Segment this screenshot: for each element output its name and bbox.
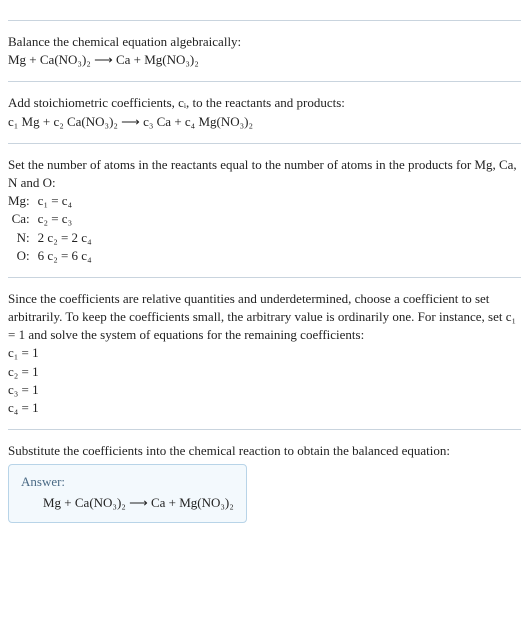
answer-equation: Mg + Ca(NO₃)₂ ⟶ Ca + Mg(NO₃)₂	[21, 492, 234, 512]
atom-row-label: Ca:	[8, 210, 30, 228]
atom-row-eq: 6 c₂ = 6 c₄	[38, 247, 521, 265]
problem-equation: Mg + Ca(NO₃)₂ ⟶ Ca + Mg(NO₃)₂	[8, 51, 521, 69]
problem-title: Balance the chemical equation algebraica…	[8, 33, 521, 51]
atom-row-label: Mg:	[8, 192, 30, 210]
answer-label: Answer:	[21, 473, 234, 491]
solve-title: Since the coefficients are relative quan…	[8, 290, 521, 345]
section-solve: Since the coefficients are relative quan…	[8, 277, 521, 417]
atom-row-eq: 2 c₂ = 2 c₄	[38, 229, 521, 247]
solve-line: c₂ = 1	[8, 363, 521, 381]
atom-balance-table: Mg: c₁ = c₄ Ca: c₂ = c₃ N: 2 c₂ = 2 c₄ O…	[8, 192, 521, 265]
atom-row-label: O:	[8, 247, 30, 265]
section-stoichiometric: Add stoichiometric coefficients, cᵢ, to …	[8, 81, 521, 130]
section-problem: Balance the chemical equation algebraica…	[8, 20, 521, 69]
atom-row-eq: c₂ = c₃	[38, 210, 521, 228]
section-atom-balance: Set the number of atoms in the reactants…	[8, 143, 521, 265]
section-substitute: Substitute the coefficients into the che…	[8, 429, 521, 523]
substitute-title: Substitute the coefficients into the che…	[8, 442, 521, 460]
stoichiometric-equation: c₁ Mg + c₂ Ca(NO₃)₂ ⟶ c₃ Ca + c₄ Mg(NO₃)…	[8, 113, 521, 131]
solve-line: c₄ = 1	[8, 399, 521, 417]
atom-balance-title: Set the number of atoms in the reactants…	[8, 156, 521, 192]
stoichiometric-title: Add stoichiometric coefficients, cᵢ, to …	[8, 94, 521, 112]
atom-row-label: N:	[8, 229, 30, 247]
atom-row-eq: c₁ = c₄	[38, 192, 521, 210]
solve-line: c₁ = 1	[8, 344, 521, 362]
answer-box: Answer: Mg + Ca(NO₃)₂ ⟶ Ca + Mg(NO₃)₂	[8, 464, 247, 522]
solve-line: c₃ = 1	[8, 381, 521, 399]
